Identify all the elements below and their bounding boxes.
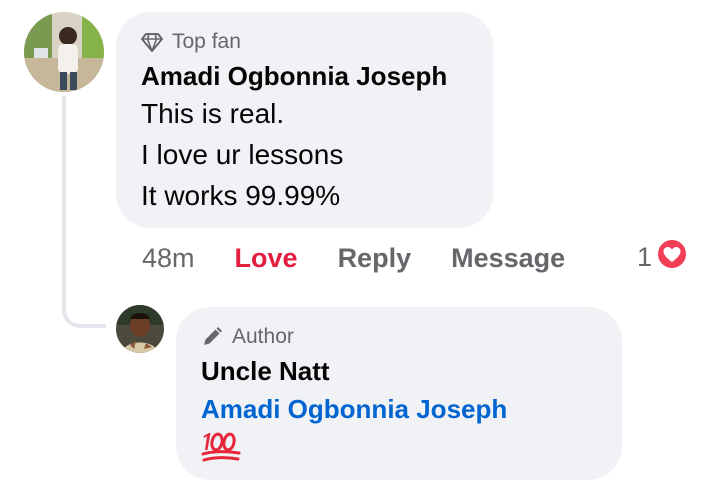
replier-avatar[interactable]	[116, 305, 164, 353]
comment-line: This is real.	[141, 98, 285, 129]
love-button[interactable]: Love	[235, 243, 298, 274]
comment-line: I love ur lessons	[141, 139, 344, 170]
diamond-icon	[141, 31, 163, 53]
heart-icon	[656, 237, 689, 277]
message-button[interactable]: Message	[451, 243, 565, 274]
pencil-icon	[201, 326, 223, 348]
badge-label: Author	[232, 325, 294, 348]
author-badge[interactable]: Author	[201, 323, 598, 351]
comment-bubble: Top fan Amadi Ogbonnia Joseph This is re…	[116, 12, 493, 228]
reaction-summary[interactable]: 1	[637, 237, 689, 277]
reply-button[interactable]: Reply	[338, 243, 412, 274]
comment-line: It works 99.99%	[141, 180, 341, 211]
comment-timestamp[interactable]: 48m	[142, 243, 195, 274]
hundred-points-icon	[201, 430, 241, 469]
reply-bubble: Author Uncle Natt Amadi Ogbonnia Joseph	[176, 307, 622, 480]
top-fan-badge[interactable]: Top fan	[141, 28, 469, 56]
comment-text: This is real. I love ur lessons It works…	[141, 93, 469, 216]
reaction-count: 1	[637, 241, 653, 272]
comment-actions: 48m Love Reply Message	[142, 238, 605, 278]
reply-author-name[interactable]: Uncle Natt	[201, 354, 598, 388]
comment-author-name[interactable]: Amadi Ogbonnia Joseph	[141, 59, 469, 93]
comment-thread: Top fan Amadi Ogbonnia Joseph This is re…	[0, 0, 720, 492]
thread-connector	[62, 96, 106, 328]
badge-label: Top fan	[172, 30, 241, 53]
mention-link[interactable]: Amadi Ogbonnia Joseph	[201, 390, 598, 428]
commenter-avatar[interactable]	[24, 12, 104, 92]
